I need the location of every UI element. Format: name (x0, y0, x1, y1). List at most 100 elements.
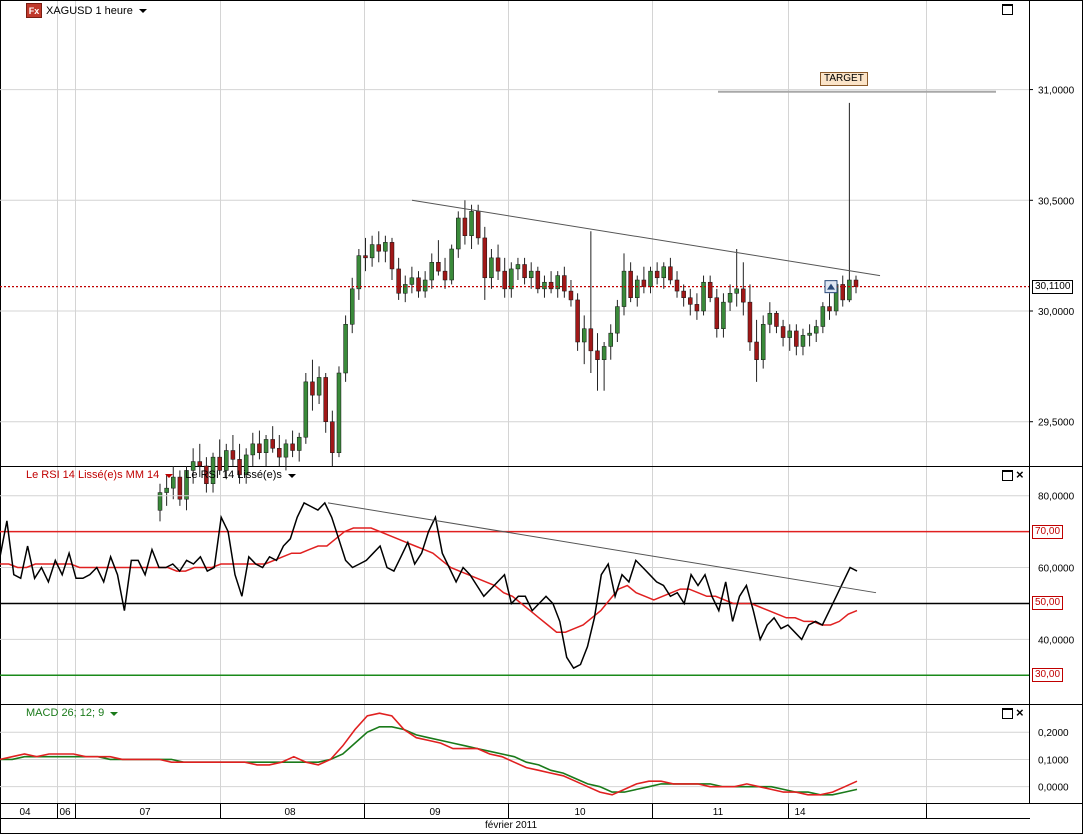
candle-body (588, 328, 594, 352)
maximize-icon[interactable] (1002, 470, 1013, 481)
candle-body (263, 439, 269, 453)
candle-body (349, 288, 355, 325)
rsi-level-label: 30,00 (1032, 668, 1064, 683)
candle-body (787, 330, 792, 338)
candle-body (376, 244, 381, 252)
candle-body (303, 381, 309, 438)
candle-body (562, 275, 567, 292)
rsi-pane-header[interactable]: Le RSI 14 Lissé(e)s MM 14 Le RSI 14 Liss… (26, 469, 296, 481)
candle-body (767, 312, 773, 325)
chevron-down-icon[interactable] (165, 473, 174, 478)
date-tick-label: 10 (574, 807, 586, 818)
candle-body (330, 421, 335, 453)
date-tick-label: 09 (429, 807, 441, 818)
close-icon[interactable]: × (1016, 468, 1024, 481)
candle-body (734, 288, 739, 294)
candle-body (827, 306, 832, 312)
candle-body (820, 306, 826, 327)
chevron-down-icon[interactable] (287, 473, 296, 478)
candle-body (747, 301, 753, 343)
macd-label[interactable]: MACD 26; 12; 9 (26, 707, 104, 719)
macd-tick-label: 0,1000 (1038, 755, 1069, 766)
maximize-icon[interactable] (1002, 4, 1013, 15)
current-price-box: 30,1100 (1032, 279, 1074, 294)
candle-body (601, 346, 607, 360)
candle-body (615, 306, 620, 334)
rsi-ma-label[interactable]: Le RSI 14 Lissé(e)s MM 14 (26, 469, 159, 481)
close-icon[interactable]: × (1016, 706, 1024, 719)
candle-body (727, 293, 733, 303)
maximize-icon[interactable] (1002, 708, 1013, 719)
candle-body (741, 288, 746, 303)
candle-body (581, 328, 587, 343)
candle-body (164, 487, 169, 493)
candle-body (674, 279, 680, 292)
price-tick-label: 31,0000 (1038, 86, 1075, 97)
candle-body (568, 290, 574, 301)
candle-body (489, 257, 494, 279)
candle-body (807, 332, 812, 336)
chart-canvas: 04 06 07 08 09 10 11 14 31,0000 30,5000 30,0000 29,… (0, 0, 1083, 834)
rsi-tick-label: 80,0000 (1038, 492, 1075, 503)
symbol-label[interactable]: XAGUSD 1 heure (46, 5, 133, 17)
chevron-down-icon[interactable] (138, 9, 147, 13)
fx-logo: Fx (26, 3, 42, 18)
candle-body (714, 297, 720, 329)
candle-body (469, 211, 474, 236)
candle-body (515, 264, 521, 270)
candle-body (760, 324, 766, 360)
candle-body (277, 448, 282, 458)
candle-body (283, 443, 289, 458)
rsi-line (0, 501, 858, 670)
candle-body (403, 284, 408, 294)
candle-body (389, 242, 395, 270)
candle-body (462, 217, 468, 236)
candle-body (707, 281, 713, 298)
candle-body (621, 270, 627, 307)
candle-body (456, 217, 461, 250)
candle-body (482, 237, 488, 279)
candle-body (847, 279, 852, 301)
candle-body (369, 244, 375, 259)
candle-body (383, 242, 388, 252)
month-label: février 2011 (485, 820, 538, 831)
candle-body (681, 290, 686, 298)
date-tick-label: 06 (59, 807, 71, 818)
candle-body (648, 270, 653, 287)
price-tick-label: 29,5000 (1038, 418, 1075, 429)
candle-body (257, 443, 262, 453)
macd-signal-line (0, 725, 858, 796)
candle-body (436, 262, 441, 272)
candle-body (323, 377, 328, 422)
rsi-tick-label: 40,0000 (1038, 635, 1075, 646)
candle-body (661, 266, 667, 279)
candle-body (475, 211, 481, 239)
candle-body (694, 304, 700, 312)
chevron-down-icon[interactable] (110, 711, 119, 716)
date-tick-label: 08 (284, 807, 296, 818)
candle-body (754, 341, 759, 360)
candle-body (416, 277, 421, 292)
target-label[interactable]: TARGET (820, 72, 868, 86)
price-pane-header[interactable]: Fx XAGUSD 1 heure (26, 3, 147, 18)
macd-tick-label: 0,0000 (1038, 783, 1069, 794)
candle-body (853, 279, 859, 287)
date-tick-label: 07 (139, 807, 151, 818)
candle-body (230, 450, 236, 460)
rsi-label[interactable]: Le RSI 14 Lissé(e)s (185, 469, 282, 481)
price-trendline (411, 199, 881, 277)
macd-pane-header[interactable]: MACD 26; 12; 9 (26, 707, 119, 719)
rsi-level-label: 70,00 (1032, 524, 1064, 539)
candle-body (688, 297, 693, 305)
price-tick-label: 30,0000 (1038, 307, 1075, 318)
candle-body (270, 439, 275, 449)
candle-body (548, 281, 554, 290)
candle-body (409, 277, 415, 285)
candle-body (442, 270, 448, 281)
candle-body (595, 350, 600, 360)
candle-body (509, 268, 514, 290)
candle-body (522, 264, 527, 279)
outer-frame (0, 0, 1083, 834)
candle-body (495, 257, 501, 272)
date-tick-label: 04 (19, 807, 31, 818)
